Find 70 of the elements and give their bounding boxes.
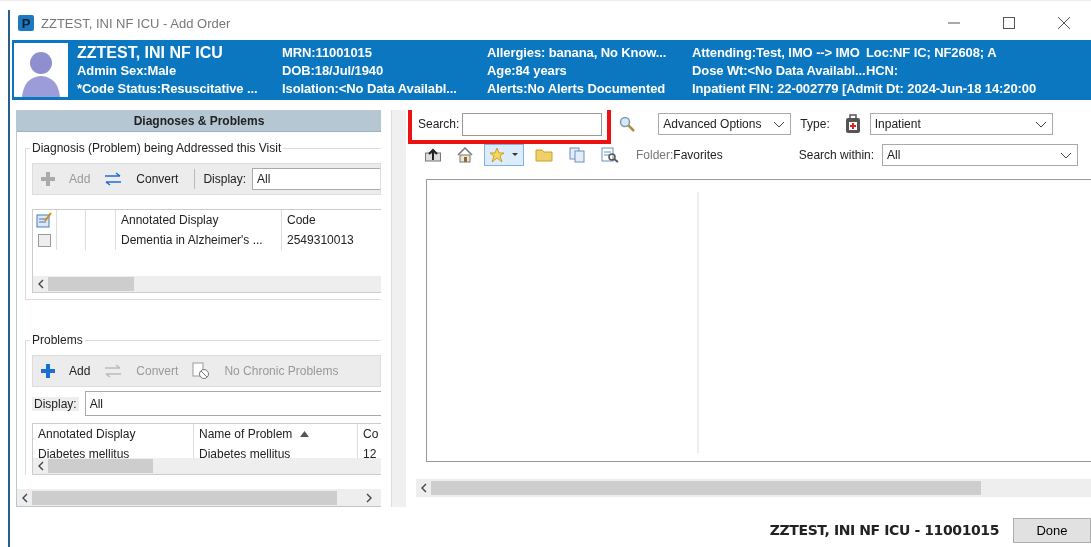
banner-field: Attending:Test, IMO --> IMO (692, 44, 866, 60)
group-label: Diagnosis (Problem) being Addressed this Visit (30, 141, 284, 155)
banner-field: MRN:11001015 (282, 44, 487, 60)
column-header[interactable]: Annotated Display (33, 424, 193, 444)
folder-name: Favorites (673, 148, 723, 162)
display-label: Display: (32, 396, 79, 411)
banner-field: Alerts:No Alerts Documented (487, 80, 692, 96)
banner-field: Age:84 years (487, 62, 692, 78)
avatar-icon (14, 43, 68, 97)
chevron-down-icon (774, 122, 785, 128)
column-header[interactable]: Annotated Display (115, 210, 281, 230)
column-header[interactable]: Name of Problem (193, 424, 357, 444)
group-label: Problems (30, 333, 85, 347)
table-cell: 2549310013 (281, 230, 381, 250)
type-label: Type: (800, 117, 830, 131)
chevron-down-icon (1035, 122, 1046, 128)
search-icon[interactable] (619, 116, 636, 132)
plus-icon (41, 172, 55, 186)
done-button[interactable]: Done (1013, 517, 1091, 543)
scroll-left-icon[interactable] (21, 492, 29, 503)
folder-label: Folder: (636, 148, 674, 162)
horizontal-scrollbar[interactable] (33, 276, 381, 292)
scroll-left-icon[interactable] (420, 483, 428, 493)
maximize-icon[interactable] (1003, 17, 1015, 29)
display-dropdown[interactable]: All (252, 168, 380, 190)
window-title: ZZTEST, INI NF ICU - Add Order (41, 15, 231, 31)
banner-field: Dose Wt:<No Data Availabl... (692, 62, 866, 78)
table-cell: Dementia in Alzheimer's ... (115, 230, 281, 250)
row-checkbox[interactable] (37, 233, 51, 247)
banner-field: Admin Sex:Male (77, 62, 282, 78)
medical-bag-icon (843, 114, 862, 134)
horizontal-scrollbar[interactable] (416, 479, 1091, 497)
search-within-dropdown[interactable]: All (882, 144, 1079, 166)
swap-arrows-icon (104, 172, 123, 186)
document-prohibited-icon (192, 362, 211, 380)
chevron-down-icon (1061, 153, 1072, 159)
swap-arrows-icon (104, 364, 123, 378)
edit-list-icon (36, 212, 53, 228)
banner-field: HCN: (866, 62, 1037, 78)
patient-summary: ZZTEST, INI NF ICU - 11001015 (769, 522, 999, 538)
app-logo-icon: P (18, 15, 34, 31)
convert-button[interactable]: Convert (104, 172, 189, 186)
horizontal-scrollbar[interactable] (17, 489, 381, 506)
advanced-options-dropdown[interactable]: Advanced Options (658, 113, 792, 135)
search-field[interactable] (462, 112, 603, 136)
banner-field: Allergies: banana, No Know... (487, 44, 692, 60)
search-label: Search: (418, 117, 460, 131)
panel-header: Diagnoses & Problems (17, 111, 381, 132)
column-header[interactable]: Co (357, 424, 381, 444)
add-button[interactable]: Add (41, 364, 101, 378)
type-dropdown[interactable]: Inpatient (869, 113, 1053, 135)
banner-field: DOB:18/Jul/1940 (282, 62, 487, 78)
banner-field: Inpatient FIN: 22-002779 [Admit Dt: 2024-Jun-18 14:20:00 (692, 80, 1037, 96)
plus-icon (41, 364, 55, 378)
horizontal-scrollbar[interactable] (33, 458, 381, 474)
search-within-label: Search within: (798, 148, 875, 162)
column-header[interactable]: Code (281, 210, 381, 230)
table-cell-text: Diabetes mellitus (37, 446, 131, 463)
banner-field: ZZTEST, INI NF ICU (77, 44, 282, 61)
close-icon[interactable] (1058, 17, 1070, 29)
favorites-button[interactable] (484, 144, 524, 166)
banner-field: Loc:NF IC; NF2608; A (866, 44, 1037, 60)
sort-arrow-icon (300, 431, 310, 437)
display-dropdown[interactable]: All (84, 391, 381, 416)
banner-field: *Code Status:Resuscitative ... (77, 80, 282, 96)
banner-field: Isolation:<No Data Availabl... (282, 80, 487, 96)
scroll-left-icon[interactable] (37, 461, 45, 471)
display-label: Display: (203, 172, 247, 186)
scroll-left-icon[interactable] (37, 279, 45, 289)
scroll-right-icon[interactable] (365, 492, 373, 503)
